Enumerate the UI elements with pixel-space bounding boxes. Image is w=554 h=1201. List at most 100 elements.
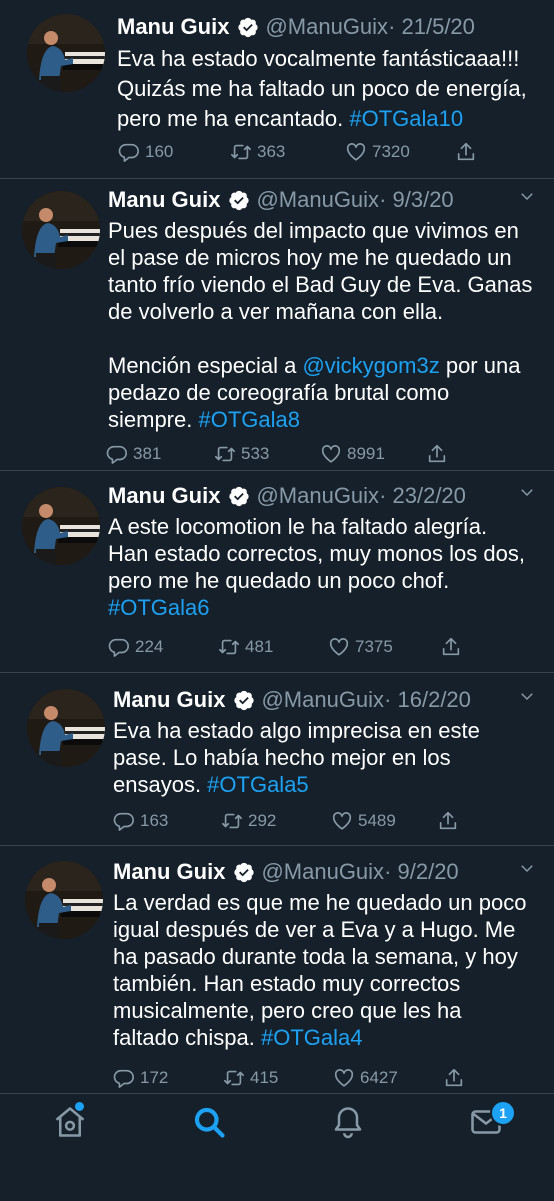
hashtag-link[interactable]: #OTGala6	[108, 595, 210, 620]
heart-icon	[333, 1067, 355, 1089]
reply-button[interactable]: 224	[108, 636, 218, 658]
hashtag-link[interactable]: #OTGala4	[261, 1025, 363, 1050]
retweet-button[interactable]: 533	[214, 443, 320, 465]
bell-icon[interactable]	[330, 1104, 366, 1140]
tweet-date[interactable]: · 9/2/20	[384, 857, 459, 887]
share-button[interactable]	[455, 141, 477, 163]
home-notification-dot	[75, 1102, 84, 1111]
tweet-line: pero me he quedado un poco chof.	[108, 568, 450, 593]
reply-icon	[113, 1067, 135, 1089]
tweet-line: pase. Lo había hecho mejor en los	[113, 745, 451, 770]
tweet-line: también. Han estado muy correctos	[113, 971, 461, 996]
share-button[interactable]	[437, 810, 459, 832]
like-button[interactable]: 8991	[320, 443, 426, 465]
avatar[interactable]	[22, 487, 100, 565]
retweet-count: 533	[241, 444, 270, 463]
share-button[interactable]	[426, 443, 448, 465]
author-handle[interactable]: @ManuGuix	[261, 685, 384, 715]
avatar[interactable]	[27, 689, 105, 767]
heart-icon	[331, 810, 353, 832]
reply-button[interactable]: 172	[113, 1067, 223, 1089]
tweet-4[interactable]: Manu Guix @ManuGuix · 16/2/20 Eva ha est…	[0, 673, 554, 846]
reply-button[interactable]: 163	[113, 810, 221, 832]
author-name[interactable]: Manu Guix	[113, 685, 225, 715]
hashtag-link[interactable]: #OTGala8	[198, 407, 300, 432]
retweet-count: 292	[248, 811, 277, 830]
tweet-1[interactable]: Manu Guix @ManuGuix · 21/5/20 Eva ha est…	[0, 0, 554, 179]
tweet-line: Quizás me ha faltado un poco de energía,	[117, 76, 527, 101]
like-count: 7375	[355, 637, 393, 656]
reply-button[interactable]: 381	[106, 443, 214, 465]
reply-icon	[106, 443, 128, 465]
tweet-line: el pase de micros hoy me he quedado un	[108, 245, 512, 270]
like-button[interactable]: 7320	[345, 141, 455, 163]
chevron-down-icon[interactable]	[518, 187, 536, 205]
tweet-text: La verdad es que me he quedado un poco i…	[113, 889, 536, 1051]
tweet-text: Eva ha estado algo imprecisa en este pas…	[113, 717, 536, 798]
like-button[interactable]: 5489	[331, 810, 437, 832]
tweet-date[interactable]: · 21/5/20	[388, 12, 475, 42]
search-icon[interactable]	[191, 1104, 227, 1140]
tweet-line: Mención especial a	[108, 353, 303, 378]
like-button[interactable]: 7375	[328, 636, 440, 658]
author-name[interactable]: Manu Guix	[117, 12, 229, 42]
tweet-date[interactable]: · 9/3/20	[379, 185, 454, 215]
author-name[interactable]: Manu Guix	[108, 481, 220, 511]
hashtag-link[interactable]: #OTGala5	[207, 772, 309, 797]
verified-badge-icon	[233, 861, 255, 883]
heart-icon	[345, 141, 367, 163]
author-name[interactable]: Manu Guix	[108, 185, 220, 215]
author-handle[interactable]: @ManuGuix	[256, 481, 379, 511]
retweet-count: 363	[257, 142, 286, 161]
chevron-down-icon[interactable]	[518, 687, 536, 705]
retweet-icon	[230, 141, 252, 163]
tweet-5[interactable]: Manu Guix @ManuGuix · 9/2/20 La verdad e…	[0, 846, 554, 1096]
share-icon	[440, 636, 462, 658]
tweet-2[interactable]: Manu Guix @ManuGuix · 9/3/20 Pues despué…	[0, 179, 554, 471]
share-icon	[437, 810, 459, 832]
reply-button[interactable]: 160	[118, 141, 230, 163]
author-handle[interactable]: @ManuGuix	[265, 12, 388, 42]
author-handle[interactable]: @ManuGuix	[261, 857, 384, 887]
author-handle[interactable]: @ManuGuix	[256, 185, 379, 215]
verified-badge-icon	[228, 485, 250, 507]
reply-count: 224	[135, 637, 164, 656]
hashtag-link[interactable]: #OTGala10	[349, 106, 463, 131]
retweet-button[interactable]: 292	[221, 810, 331, 832]
reply-icon	[118, 141, 140, 163]
tweet-line: Eva ha estado vocalmente fantásticaaa!!!	[117, 46, 520, 71]
share-button[interactable]	[440, 636, 462, 658]
tweet-date[interactable]: · 16/2/20	[384, 685, 471, 715]
chevron-down-icon[interactable]	[518, 483, 536, 501]
like-button[interactable]: 6427	[333, 1067, 443, 1089]
retweet-icon	[221, 810, 243, 832]
retweet-button[interactable]: 415	[223, 1067, 333, 1089]
retweet-count: 481	[245, 637, 274, 656]
tweet-line: tanto frío viendo el Bad Guy de Eva. Gan…	[108, 272, 533, 297]
retweet-button[interactable]: 481	[218, 636, 328, 658]
heart-icon	[320, 443, 342, 465]
retweet-button[interactable]: 363	[230, 141, 345, 163]
tweet-3[interactable]: Manu Guix @ManuGuix · 23/2/20 A este loc…	[0, 471, 554, 673]
tweet-text: Pues después del impacto que vivimos en …	[108, 217, 536, 433]
verified-badge-icon	[233, 689, 255, 711]
tweet-line: ensayos.	[113, 772, 208, 797]
chevron-down-icon[interactable]	[518, 859, 536, 877]
tweet-line: pero me ha encantado.	[117, 106, 350, 131]
share-button[interactable]	[443, 1067, 465, 1089]
retweet-icon	[218, 636, 240, 658]
tweet-text: Eva ha estado vocalmente fantásticaaa!!!…	[117, 44, 536, 134]
author-name[interactable]: Manu Guix	[113, 857, 225, 887]
heart-icon	[328, 636, 350, 658]
tweet-line: Eva ha estado algo imprecisa en este	[113, 718, 480, 743]
avatar[interactable]	[27, 14, 105, 92]
reply-count: 163	[140, 811, 169, 830]
tweet-line: por una	[439, 353, 521, 378]
avatar[interactable]	[22, 191, 100, 269]
avatar[interactable]	[25, 861, 103, 939]
like-count: 6427	[360, 1068, 398, 1087]
tweet-date[interactable]: · 23/2/20	[379, 481, 466, 511]
tweet-text: A este locomotion le ha faltado alegría.…	[108, 513, 536, 621]
mention-link[interactable]: @vickygom3z	[302, 353, 439, 378]
tweet-line: siempre.	[108, 407, 199, 432]
